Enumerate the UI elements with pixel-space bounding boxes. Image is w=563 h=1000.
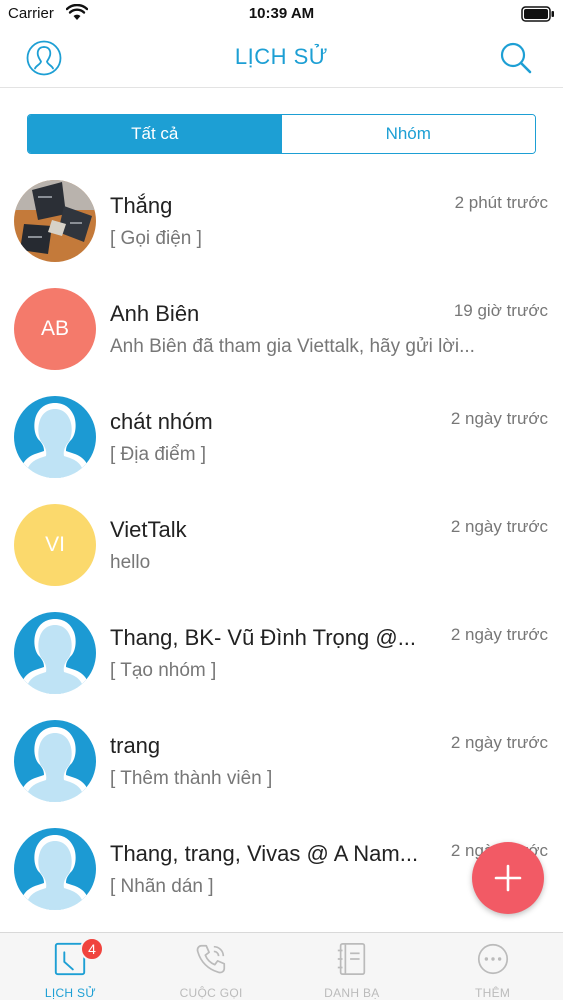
tab-more[interactable]: THÊM (422, 933, 563, 1000)
conversation-name: Thang, BK- Vũ Đình Trọng @... (110, 625, 417, 650)
clock: 10:39 AM (248, 5, 315, 22)
segment-all[interactable]: Tất cả (28, 115, 282, 153)
avatar (14, 396, 96, 478)
conversation-time: 19 giờ trước (453, 301, 548, 320)
photo-avatar-icon (14, 180, 96, 262)
conversation-name: Thang, trang, Vivas @ A Nam... (110, 841, 419, 866)
conversation-preview: [ Tạo nhóm ] (110, 660, 217, 681)
default-person-icon (14, 396, 96, 478)
avatar (14, 828, 96, 910)
nav-bar: LỊCH SỬ (0, 30, 563, 88)
search-icon[interactable] (499, 41, 533, 75)
conversation-time: 2 ngày trước (450, 517, 548, 536)
avatar: AB (14, 288, 96, 370)
tab-label: DANH BẠ (324, 986, 380, 1000)
tab-bar: 4 LỊCH SỬ CUỘC GỌI DANH BẠ THÊM (0, 932, 563, 1000)
default-person-icon (14, 720, 96, 802)
page-title: LỊCH SỬ (234, 44, 329, 69)
tab-contacts[interactable]: DANH BẠ (282, 933, 423, 1000)
conversation-row[interactable]: VI VietTalk hello 2 ngày trước (0, 485, 563, 593)
conversation-name: VietTalk (110, 517, 187, 542)
default-person-icon (14, 612, 96, 694)
conversation-preview: [ Thêm thành viên ] (110, 768, 273, 789)
plus-icon (494, 864, 522, 892)
conversation-time: 2 phút trước (454, 193, 548, 212)
tab-calls[interactable]: CUỘC GỌI (141, 933, 282, 1000)
tab-label: THÊM (475, 986, 511, 1000)
tab-label: LỊCH SỬ (44, 986, 96, 1000)
contacts-book-icon (337, 942, 366, 976)
conversation-time: 2 ngày trước (450, 409, 548, 428)
conversation-preview: [ Địa điểm ] (110, 444, 207, 465)
more-icon (477, 943, 508, 975)
filter-segmented-control: Tất cả Nhóm (27, 114, 536, 154)
conversation-preview: [ Nhãn dán ] (110, 876, 214, 897)
phone-icon (196, 944, 226, 974)
conversation-preview: Anh Biên đã tham gia Viettalk, hãy gửi l… (110, 336, 475, 357)
conversation-row[interactable]: AB Anh Biên Anh Biên đã tham gia Viettal… (0, 269, 563, 377)
status-bar: Carrier 10:39 AM (0, 0, 563, 30)
conversation-row[interactable]: chát nhóm [ Địa điểm ] 2 ngày trước (0, 377, 563, 485)
new-conversation-button[interactable] (472, 842, 544, 914)
conversation-time: 2 ngày trước (450, 625, 548, 644)
notification-badge: 4 (80, 937, 104, 961)
default-person-icon (14, 828, 96, 910)
conversation-row[interactable]: Thang, BK- Vũ Đình Trọng @... [ Tạo nhóm… (0, 593, 563, 701)
avatar (14, 612, 96, 694)
conversation-name: trang (110, 733, 161, 758)
avatar (14, 720, 96, 802)
tab-label: CUỘC GỌI (179, 986, 243, 1000)
battery-icon (521, 6, 554, 22)
conversation-preview: hello (110, 552, 151, 573)
conversation-list: Thắng [ Gọi điện ] 2 phút trước AB Anh B… (0, 161, 563, 932)
conversation-preview: [ Gọi điện ] (110, 228, 202, 249)
tab-history[interactable]: 4 LỊCH SỬ (0, 933, 141, 1000)
conversation-time: 2 ngày trước (450, 733, 548, 752)
conversation-name: chát nhóm (110, 409, 213, 434)
conversation-name: Thắng (110, 193, 173, 218)
segment-groups[interactable]: Nhóm (281, 115, 535, 153)
conversation-row[interactable]: Thắng [ Gọi điện ] 2 phút trước (0, 161, 563, 269)
avatar: VI (14, 504, 96, 586)
conversation-name: Anh Biên (110, 301, 200, 326)
avatar (14, 180, 96, 262)
conversation-row[interactable]: trang [ Thêm thành viên ] 2 ngày trước (0, 701, 563, 809)
